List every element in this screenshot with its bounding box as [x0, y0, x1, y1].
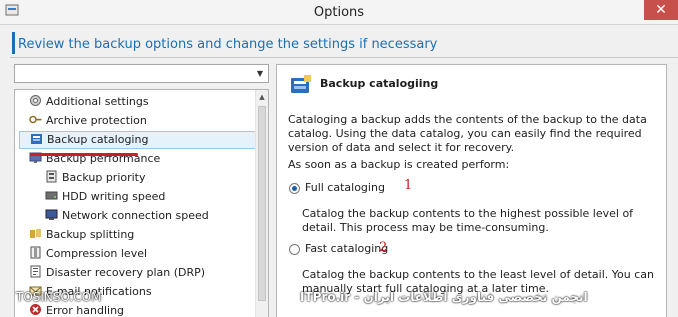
tree-item-label: Additional settings	[46, 95, 149, 108]
tree-scrollbar[interactable]: ▲	[255, 90, 268, 317]
tree-item-label: Error handling	[46, 304, 125, 317]
tree-item-label: Backup splitting	[46, 228, 135, 241]
key-icon	[29, 115, 42, 124]
tree-item-backup-priority[interactable]: Backup priority	[45, 169, 146, 187]
catalog-icon	[291, 75, 311, 93]
page-header: Review the backup options and change the…	[18, 37, 438, 52]
tree-item-hdd-writing-speed[interactable]: HDD writing speed	[45, 188, 165, 206]
full-cataloging-label[interactable]: Full cataloging	[305, 181, 385, 194]
tree-item-error-handling[interactable]: Error handling	[29, 302, 124, 317]
full-cataloging-description: Catalog the backup contents to the highe…	[302, 207, 634, 234]
gear-icon	[30, 95, 41, 106]
hdd-icon	[45, 191, 58, 200]
tree-item-label: Backup cataloging	[47, 133, 149, 146]
scroll-thumb[interactable]	[258, 106, 266, 301]
tree-item-label: HDD writing speed	[62, 190, 166, 203]
fast-cataloging-description: Catalog the backup contents to the least…	[302, 268, 654, 295]
tree-item-network-connection-speed[interactable]: Network connection speed	[45, 207, 209, 225]
drp-icon	[30, 265, 41, 278]
email-icon	[29, 286, 42, 296]
header-divider	[10, 57, 678, 58]
priority-icon	[46, 170, 57, 183]
scroll-up-icon[interactable]: ▲	[256, 90, 268, 104]
tree-item-compression-level[interactable]: Compression level	[29, 245, 147, 263]
chevron-down-icon[interactable]: ▼	[252, 65, 268, 82]
catalog-icon	[31, 134, 42, 144]
network-icon	[45, 209, 58, 220]
title-bar: Options ✕	[0, 0, 678, 24]
panel-title: Backup catalogiing	[320, 77, 439, 90]
tree-item-backup-splitting[interactable]: Backup splitting	[29, 226, 134, 244]
header-accent	[12, 32, 15, 54]
tree-item-label: Backup priority	[62, 171, 146, 184]
tree-item-archive-protection[interactable]: Archive protection	[29, 112, 147, 130]
tree-item-label: E-mail notifications	[46, 285, 152, 298]
title-separator	[0, 24, 678, 25]
annotation-underline	[30, 153, 138, 156]
panel-prompt: As soon as a backup is created perform:	[288, 158, 510, 171]
options-combo[interactable]: ▼	[14, 64, 269, 83]
tree-item-disaster-recovery-plan[interactable]: Disaster recovery plan (DRP)	[29, 264, 205, 282]
tree-item-additional-settings[interactable]: Additional settings	[29, 93, 149, 111]
tree-item-backup-cataloging[interactable]: Backup cataloging	[19, 131, 257, 149]
tree-item-label: Archive protection	[46, 114, 147, 127]
full-cataloging-radio[interactable]	[289, 183, 300, 194]
window-title: Options	[313, 5, 365, 20]
panel-description: Cataloging a backup adds the contents of…	[288, 113, 647, 154]
tree-item-label: Disaster recovery plan (DRP)	[46, 266, 206, 279]
annotation-number-1: 1	[404, 178, 413, 193]
tree-item-label: Compression level	[46, 247, 148, 260]
error-icon	[30, 304, 41, 315]
tree-item-label: Network connection speed	[62, 209, 209, 222]
close-button[interactable]: ✕	[644, 0, 678, 20]
split-icon	[30, 229, 41, 238]
fast-cataloging-label[interactable]: Fast cataloging	[305, 242, 388, 255]
compression-icon	[30, 246, 41, 259]
options-tree: Additional settings Archive protection B…	[14, 89, 269, 317]
annotation-number-2: 2	[379, 240, 388, 255]
settings-panel: Backup catalogiing Cataloging a backup a…	[276, 64, 667, 317]
fast-cataloging-radio[interactable]	[289, 244, 300, 255]
tree-item-email-notifications[interactable]: E-mail notifications	[29, 283, 152, 301]
